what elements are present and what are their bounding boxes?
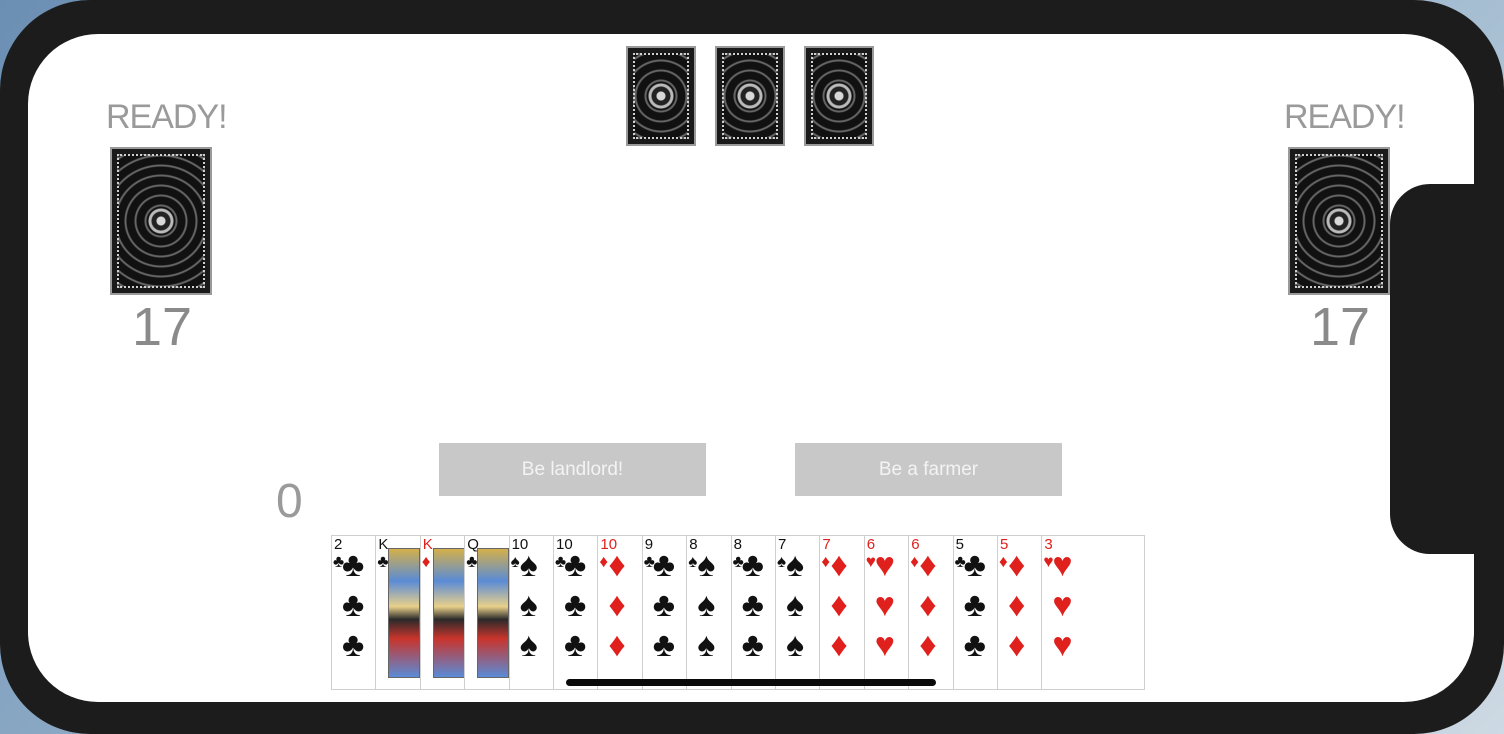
card-pip-icon: ♦ bbox=[919, 626, 937, 664]
card-suit-icon: ♦ bbox=[999, 552, 1008, 571]
card-pip-icon: ♣ bbox=[564, 546, 587, 584]
card-pip-icon: ♦ bbox=[830, 626, 848, 664]
left-player-card-count: 17 bbox=[132, 297, 193, 357]
card-pip-icon: ♣ bbox=[741, 586, 764, 624]
card-pip-icon: ♦ bbox=[1008, 546, 1026, 584]
card-pip-icon: ♣ bbox=[564, 586, 587, 624]
card-suit-icon: ♦ bbox=[421, 552, 431, 571]
card-pip-icon: ♣ bbox=[342, 586, 365, 624]
card-suit-icon: ♠ bbox=[510, 552, 520, 571]
card-pip-icon: ♦ bbox=[919, 546, 937, 584]
card-pip-icon: ♥ bbox=[1052, 626, 1073, 664]
landlord-card-back-2 bbox=[715, 46, 785, 146]
card-pip-icon: ♠ bbox=[519, 626, 538, 664]
face-card-art bbox=[388, 548, 421, 678]
landlord-card-back-3 bbox=[804, 46, 874, 146]
card-pip-icon: ♦ bbox=[608, 586, 626, 624]
card-pip-icon: ♠ bbox=[786, 586, 805, 624]
hand-card[interactable]: 3 ♥ ♥ ♥ ♥ bbox=[1041, 535, 1146, 690]
card-pip-icon: ♠ bbox=[519, 586, 538, 624]
card-suit-icon: ♦ bbox=[821, 552, 831, 571]
card-pip-icon: ♦ bbox=[1008, 586, 1026, 624]
right-player-card-count: 17 bbox=[1310, 297, 1371, 357]
card-pip-icon: ♣ bbox=[741, 546, 764, 584]
card-pip-icon: ♠ bbox=[697, 586, 716, 624]
card-pip-icon: ♠ bbox=[519, 546, 538, 584]
card-pip-icon: ♣ bbox=[652, 586, 676, 624]
card-pip-icon: ♣ bbox=[342, 626, 365, 664]
card-pip-icon: ♦ bbox=[919, 586, 937, 624]
player-score: 0 bbox=[276, 475, 303, 528]
card-pip-icon: ♣ bbox=[342, 546, 365, 584]
card-pip-icon: ♣ bbox=[652, 546, 676, 584]
face-card-art bbox=[477, 548, 510, 678]
card-pip-icon: ♠ bbox=[697, 626, 716, 664]
card-suit-icon: ♣ bbox=[466, 552, 478, 571]
be-farmer-button[interactable]: Be a farmer bbox=[795, 443, 1062, 496]
card-suit-icon: ♦ bbox=[599, 552, 609, 571]
card-suit-icon: ♦ bbox=[910, 552, 919, 571]
card-suit-icon: ♠ bbox=[777, 552, 787, 571]
card-pip-icon: ♥ bbox=[1052, 546, 1073, 584]
face-card-art bbox=[432, 548, 465, 678]
game-screen: READY! 17 READY! 17 Be landlord! Be a fa… bbox=[28, 34, 1474, 702]
card-pip-icon: ♦ bbox=[1008, 626, 1026, 664]
home-indicator[interactable] bbox=[566, 679, 936, 686]
left-player-status: READY! bbox=[106, 98, 228, 136]
card-pip-icon: ♣ bbox=[741, 626, 764, 664]
card-pip-icon: ♠ bbox=[697, 546, 716, 584]
card-pip-icon: ♦ bbox=[608, 546, 626, 584]
card-pip-icon: ♥ bbox=[1052, 586, 1073, 624]
card-pip-icon: ♦ bbox=[608, 626, 626, 664]
card-pip-icon: ♦ bbox=[830, 586, 848, 624]
card-pip-icon: ♣ bbox=[652, 626, 676, 664]
card-pip-icon: ♥ bbox=[874, 546, 895, 584]
left-player-card-back bbox=[110, 147, 212, 295]
be-landlord-button[interactable]: Be landlord! bbox=[439, 443, 706, 496]
card-pip-icon: ♦ bbox=[830, 546, 848, 584]
card-pip-icon: ♥ bbox=[874, 586, 895, 624]
right-player-card-back bbox=[1288, 147, 1390, 295]
card-suit-icon: ♠ bbox=[688, 552, 698, 571]
card-pip-icon: ♠ bbox=[786, 546, 805, 584]
card-pip-icon: ♣ bbox=[564, 626, 587, 664]
right-player-status: READY! bbox=[1284, 98, 1406, 136]
card-pip-icon: ♣ bbox=[963, 586, 986, 624]
landlord-card-back-1 bbox=[626, 46, 696, 146]
card-pip-icon: ♣ bbox=[963, 626, 986, 664]
sensor-housing bbox=[1390, 184, 1474, 554]
card-pip-icon: ♥ bbox=[874, 626, 895, 664]
card-pip-icon: ♣ bbox=[963, 546, 986, 584]
card-pip-icon: ♠ bbox=[786, 626, 805, 664]
phone-frame: READY! 17 READY! 17 Be landlord! Be a fa… bbox=[0, 0, 1504, 734]
card-rank: K bbox=[378, 536, 389, 553]
card-rank: K bbox=[422, 536, 433, 553]
card-suit-icon: ♣ bbox=[377, 552, 389, 571]
